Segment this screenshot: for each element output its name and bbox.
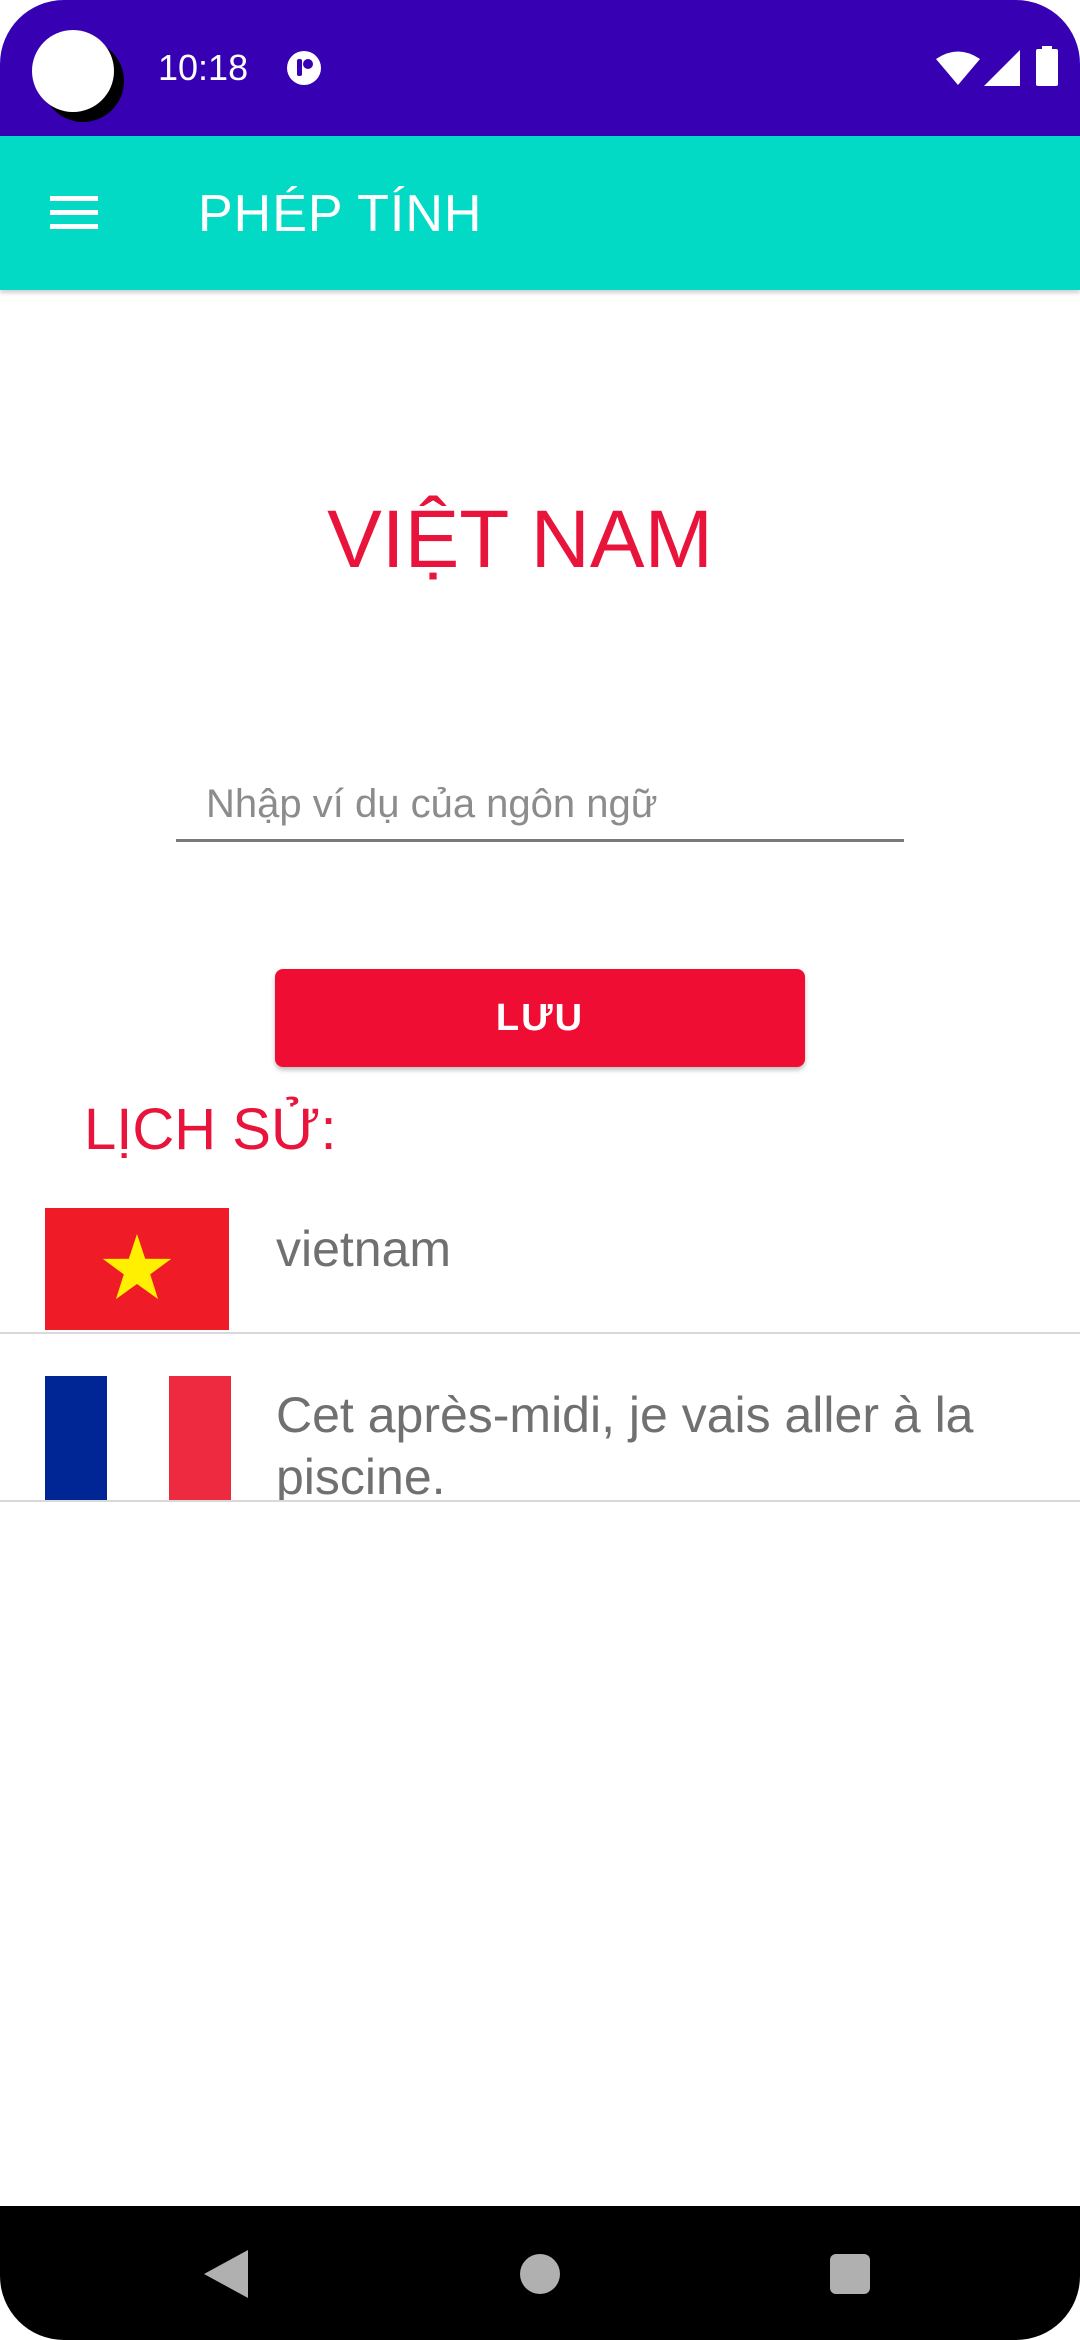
back-icon[interactable] bbox=[202, 2250, 248, 2298]
flag-stripe-red bbox=[169, 1376, 231, 1500]
notification-icon bbox=[287, 51, 321, 85]
history-item-text: vietnam bbox=[276, 1221, 452, 1277]
example-input[interactable] bbox=[176, 770, 904, 842]
flag-stripe-blue bbox=[45, 1376, 107, 1500]
wifi-icon bbox=[936, 51, 980, 85]
history-heading: LỊCH SỬ: bbox=[84, 1097, 337, 1162]
history-item[interactable]: Cet après-midi, je vais aller à la pisci… bbox=[0, 1374, 1080, 1502]
signal-icon bbox=[984, 50, 1020, 86]
history-item-text: Cet après-midi, je vais aller à la pisci… bbox=[276, 1387, 974, 1500]
status-bar: 10:18 bbox=[0, 0, 1080, 136]
save-button[interactable]: LƯU bbox=[275, 969, 805, 1067]
app-title: PHÉP TÍNH bbox=[198, 185, 483, 243]
vietnam-flag-icon bbox=[45, 1208, 229, 1330]
flag-stripe-white bbox=[107, 1376, 169, 1500]
battery-icon bbox=[1036, 46, 1058, 86]
home-icon[interactable] bbox=[520, 2254, 560, 2294]
country-title: VIỆT NAM bbox=[327, 494, 713, 585]
status-time: 10:18 bbox=[158, 47, 249, 88]
camera-cutout bbox=[32, 30, 114, 112]
hamburger-menu-icon[interactable] bbox=[44, 188, 104, 238]
flag-star-icon bbox=[102, 1234, 172, 1300]
recents-icon[interactable] bbox=[830, 2254, 870, 2294]
history-item[interactable]: vietnam bbox=[0, 1206, 1080, 1334]
app-bar: PHÉP TÍNH bbox=[0, 136, 1080, 290]
france-flag-icon bbox=[45, 1376, 231, 1500]
navigation-bar bbox=[0, 2206, 1080, 2340]
